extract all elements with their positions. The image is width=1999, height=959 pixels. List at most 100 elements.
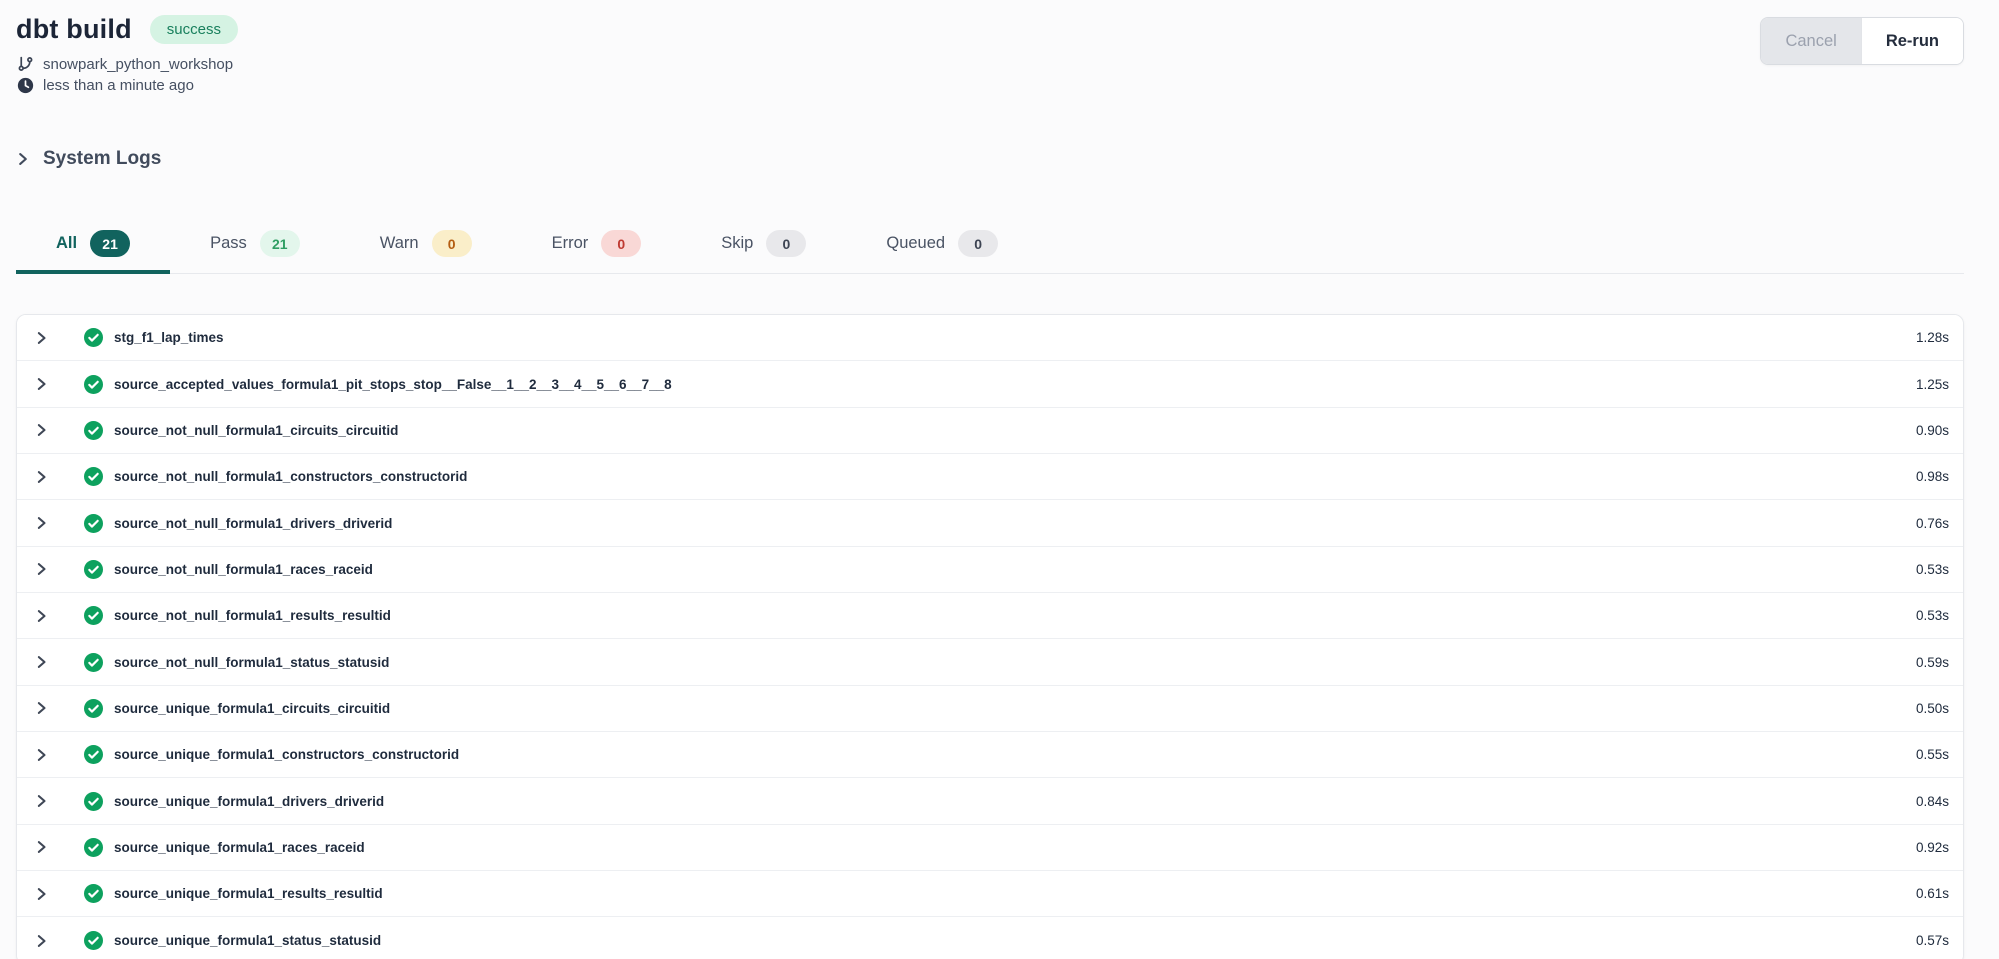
tab-label: Error [552, 234, 589, 253]
result-row[interactable]: source_unique_formula1_circuits_circuiti… [17, 686, 1963, 732]
check-circle-icon [84, 606, 103, 625]
result-row[interactable]: source_accepted_values_formula1_pit_stop… [17, 361, 1963, 407]
chevron-right-icon [16, 151, 30, 167]
result-row[interactable]: source_unique_formula1_constructors_cons… [17, 732, 1963, 778]
result-duration: 0.59s [1916, 655, 1949, 670]
chevron-right-icon[interactable] [34, 654, 50, 670]
result-name: source_unique_formula1_drivers_driverid [114, 794, 384, 809]
tab-warn[interactable]: Warn 0 [340, 220, 512, 274]
chevron-right-icon[interactable] [34, 422, 50, 438]
chevron-right-icon[interactable] [34, 376, 50, 392]
result-row[interactable]: source_unique_formula1_status_statusid 0… [17, 917, 1963, 959]
result-row[interactable]: source_not_null_formula1_results_resulti… [17, 593, 1963, 639]
chevron-right-icon[interactable] [34, 515, 50, 531]
check-circle-icon [84, 931, 103, 950]
result-name: source_not_null_formula1_drivers_driveri… [114, 516, 392, 531]
result-filter-tabs: All 21 Pass 21 Warn 0 Error 0 Skip 0 Que… [16, 220, 1964, 274]
check-circle-icon [84, 653, 103, 672]
run-actions: Cancel Re-run [1760, 17, 1964, 65]
result-row[interactable]: source_unique_formula1_races_raceid 0.92… [17, 825, 1963, 871]
check-circle-icon [84, 467, 103, 486]
result-name: source_not_null_formula1_races_raceid [114, 562, 373, 577]
result-duration: 0.76s [1916, 516, 1949, 531]
result-name: source_accepted_values_formula1_pit_stop… [114, 377, 672, 392]
check-circle-icon [84, 514, 103, 533]
result-name: source_not_null_formula1_circuits_circui… [114, 423, 398, 438]
result-duration: 0.55s [1916, 747, 1949, 762]
result-row[interactable]: source_not_null_formula1_constructors_co… [17, 454, 1963, 500]
tab-label: Queued [886, 234, 945, 253]
chevron-right-icon[interactable] [34, 561, 50, 577]
result-row[interactable]: source_not_null_formula1_circuits_circui… [17, 408, 1963, 454]
result-row[interactable]: source_not_null_formula1_races_raceid 0.… [17, 547, 1963, 593]
cancel-button[interactable]: Cancel [1761, 18, 1860, 64]
result-duration: 1.28s [1916, 330, 1949, 345]
tab-label: Pass [210, 234, 247, 253]
git-branch-icon [16, 55, 34, 73]
result-name: source_unique_formula1_constructors_cons… [114, 747, 459, 762]
chevron-right-icon[interactable] [34, 608, 50, 624]
branch-line: snowpark_python_workshop [16, 55, 238, 73]
result-duration: 0.57s [1916, 933, 1949, 948]
tab-count-badge: 21 [90, 230, 130, 257]
tab-error[interactable]: Error 0 [512, 220, 682, 274]
check-circle-icon [84, 699, 103, 718]
result-duration: 0.92s [1916, 840, 1949, 855]
page-title: dbt build [16, 14, 132, 45]
results-list: stg_f1_lap_times 1.28s source_accepted_v… [16, 314, 1964, 959]
tab-count-badge: 0 [766, 230, 806, 257]
result-row[interactable]: stg_f1_lap_times 1.28s [17, 315, 1963, 361]
result-duration: 0.61s [1916, 886, 1949, 901]
result-name: source_unique_formula1_results_resultid [114, 886, 383, 901]
result-duration: 0.90s [1916, 423, 1949, 438]
chevron-right-icon[interactable] [34, 330, 50, 346]
result-row[interactable]: source_unique_formula1_drivers_driverid … [17, 778, 1963, 824]
chevron-right-icon[interactable] [34, 793, 50, 809]
tab-count-badge: 0 [958, 230, 998, 257]
chevron-right-icon[interactable] [34, 747, 50, 763]
system-logs-toggle[interactable]: System Logs [16, 148, 1964, 170]
chevron-right-icon[interactable] [34, 839, 50, 855]
result-row[interactable]: source_not_null_formula1_drivers_driveri… [17, 500, 1963, 546]
system-logs-label: System Logs [43, 148, 161, 170]
check-circle-icon [84, 560, 103, 579]
result-duration: 0.98s [1916, 469, 1949, 484]
check-circle-icon [84, 745, 103, 764]
result-duration: 0.53s [1916, 562, 1949, 577]
result-duration: 0.84s [1916, 794, 1949, 809]
tab-queued[interactable]: Queued 0 [846, 220, 1038, 274]
rerun-button[interactable]: Re-run [1861, 18, 1963, 64]
result-name: source_not_null_formula1_results_resulti… [114, 608, 391, 623]
chevron-right-icon[interactable] [34, 700, 50, 716]
result-name: stg_f1_lap_times [114, 330, 224, 345]
result-duration: 0.53s [1916, 608, 1949, 623]
result-row[interactable]: source_not_null_formula1_status_statusid… [17, 639, 1963, 685]
run-meta: snowpark_python_workshop less than a min… [16, 55, 238, 94]
time-line: less than a minute ago [16, 77, 238, 94]
tab-count-badge: 0 [432, 230, 472, 257]
result-name: source_not_null_formula1_status_statusid [114, 655, 389, 670]
result-name: source_unique_formula1_races_raceid [114, 840, 365, 855]
tab-all[interactable]: All 21 [16, 220, 170, 274]
tab-skip[interactable]: Skip 0 [681, 220, 846, 274]
result-name: source_unique_formula1_status_statusid [114, 933, 381, 948]
chevron-right-icon[interactable] [34, 886, 50, 902]
tab-label: Skip [721, 234, 753, 253]
tab-count-badge: 0 [601, 230, 641, 257]
status-badge: success [150, 15, 238, 44]
result-duration: 0.50s [1916, 701, 1949, 716]
tab-label: All [56, 234, 77, 253]
check-circle-icon [84, 838, 103, 857]
check-circle-icon [84, 375, 103, 394]
chevron-right-icon[interactable] [34, 469, 50, 485]
run-detail-page: dbt build success snowpark_python_worksh… [0, 0, 1999, 959]
branch-name: snowpark_python_workshop [43, 56, 233, 73]
header: dbt build success snowpark_python_worksh… [16, 14, 1964, 94]
check-circle-icon [84, 421, 103, 440]
chevron-right-icon[interactable] [34, 933, 50, 949]
tab-pass[interactable]: Pass 21 [170, 220, 340, 274]
result-row[interactable]: source_unique_formula1_results_resultid … [17, 871, 1963, 917]
time-ago: less than a minute ago [43, 77, 194, 94]
clock-icon [16, 77, 34, 94]
result-name: source_not_null_formula1_constructors_co… [114, 469, 467, 484]
